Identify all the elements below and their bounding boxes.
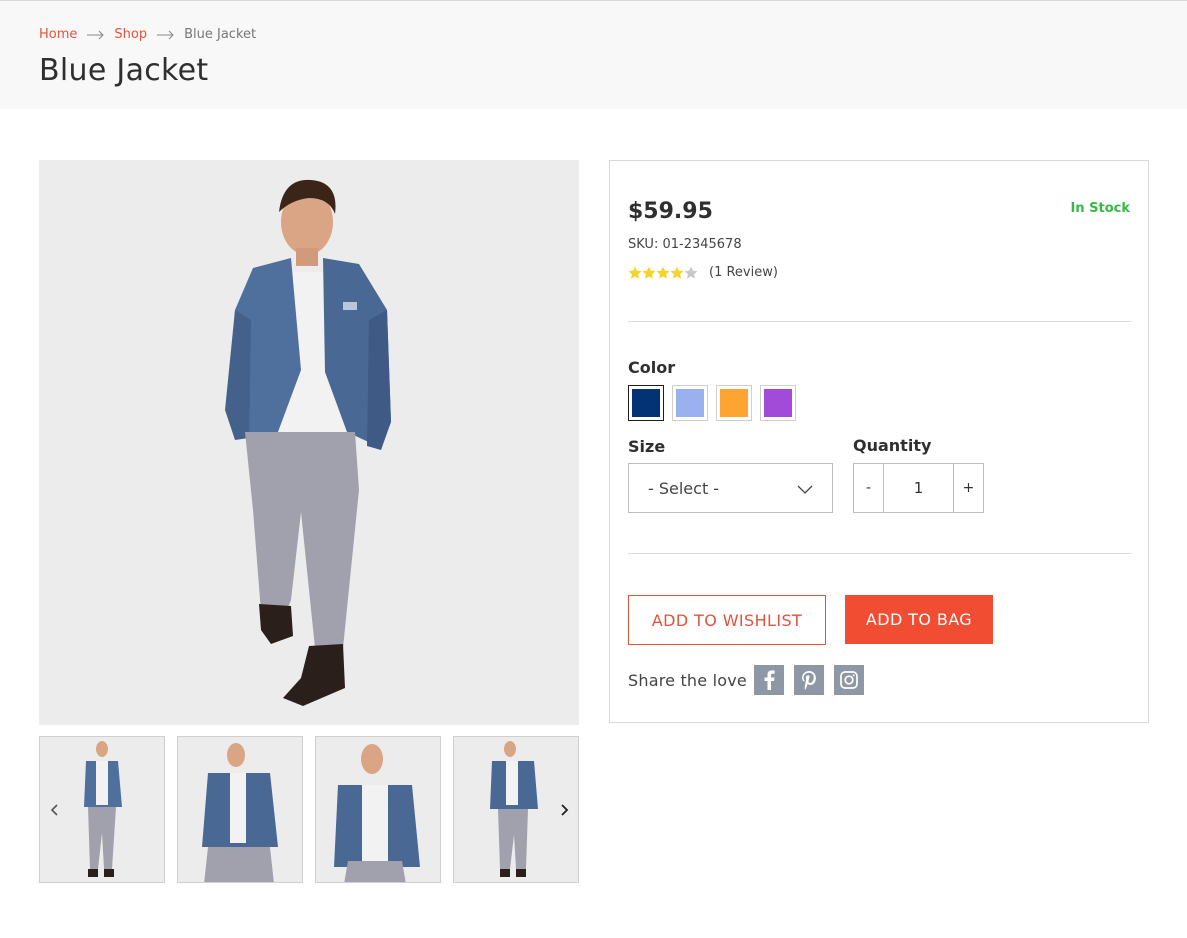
share-row: Share the love (628, 665, 874, 695)
arrow-right-icon (87, 30, 105, 39)
thumbnail-strip (39, 736, 579, 883)
chevron-right-icon[interactable] (556, 802, 572, 818)
add-to-bag-button[interactable]: ADD TO BAG (845, 595, 993, 644)
product-sku: SKU: 01-2345678 (628, 237, 742, 252)
breadcrumb-current: Blue Jacket (184, 27, 257, 42)
color-swatches (628, 385, 804, 421)
color-swatch-orange[interactable] (716, 385, 752, 421)
quantity-increase-button[interactable]: + (953, 464, 983, 512)
review-count-link[interactable]: (1 Review) (709, 265, 778, 280)
product-photo (39, 160, 579, 725)
instagram-icon[interactable] (833, 665, 864, 695)
star-icon (670, 266, 684, 279)
product-rating: (1 Review) (628, 265, 778, 280)
product-info-panel: $59.95 In Stock SKU: 01-2345678 (1 Revie… (609, 160, 1149, 723)
size-select-value: - Select - (648, 478, 720, 498)
quantity-label: Quantity (853, 436, 932, 455)
arrow-right-icon (157, 30, 174, 39)
thumbnail-photo (334, 744, 420, 882)
thumbnail-2[interactable] (177, 736, 303, 883)
color-label: Color (628, 358, 676, 377)
color-swatch-navy[interactable] (628, 385, 664, 421)
size-label: Size (628, 437, 666, 456)
product-main-image[interactable] (39, 160, 579, 725)
chevron-down-icon (797, 485, 813, 494)
color-swatch-purple[interactable] (760, 385, 796, 421)
pinterest-icon[interactable] (793, 665, 824, 695)
share-label: Share the love (628, 670, 747, 690)
breadcrumb-home[interactable]: Home (39, 27, 77, 42)
divider (628, 321, 1131, 322)
thumbnail-3[interactable] (315, 736, 441, 883)
thumbnail-photo (202, 743, 278, 882)
breadcrumb-shop[interactable]: Shop (114, 27, 147, 42)
add-to-wishlist-button[interactable]: ADD TO WISHLIST (628, 595, 826, 645)
quantity-input[interactable] (884, 464, 953, 512)
breadcrumb: Home Shop Blue Jacket (39, 27, 256, 42)
page-title: Blue Jacket (39, 53, 209, 88)
product-price: $59.95 (628, 199, 713, 224)
chevron-left-icon[interactable] (47, 802, 63, 818)
stock-status: In Stock (1070, 201, 1130, 216)
quantity-decrease-button[interactable]: - (854, 464, 884, 512)
star-empty-icon (684, 266, 698, 279)
star-icon (656, 266, 670, 279)
facebook-icon[interactable] (753, 665, 784, 695)
page-header: Home Shop Blue Jacket Blue Jacket (0, 0, 1187, 109)
color-swatch-light-blue[interactable] (672, 385, 708, 421)
size-select[interactable]: - Select - (628, 463, 833, 513)
quantity-stepper: - + (853, 463, 984, 513)
star-icon (628, 266, 642, 279)
divider (628, 553, 1131, 554)
star-icon (642, 266, 656, 279)
